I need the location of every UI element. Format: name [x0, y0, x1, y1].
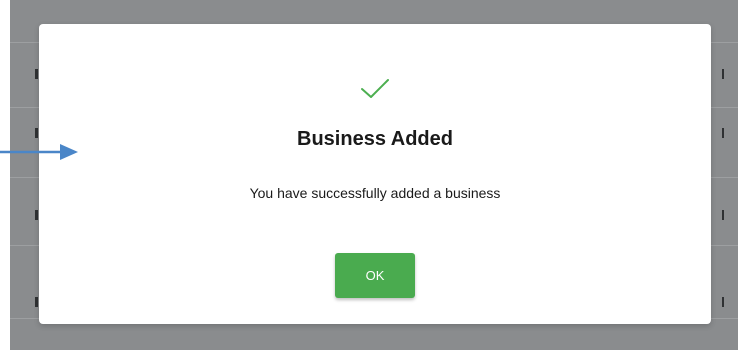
screen: Business Added You have successfully add…	[0, 0, 738, 350]
background-row-text	[722, 210, 724, 220]
success-dialog: Business Added You have successfully add…	[39, 24, 711, 324]
dialog-message: You have successfully added a business	[249, 185, 501, 201]
background-row-text	[35, 128, 38, 138]
annotation-arrow-icon	[0, 144, 78, 160]
checkmark-icon	[361, 79, 389, 98]
background-row-text	[722, 297, 724, 307]
dialog-title: Business Added	[297, 128, 453, 150]
ok-button[interactable]: OK	[335, 253, 415, 298]
background-row-text	[35, 69, 38, 79]
background-row-text	[35, 210, 38, 220]
background-row-text	[722, 69, 724, 79]
background-row-text	[35, 297, 38, 307]
background-row-text	[722, 128, 724, 138]
